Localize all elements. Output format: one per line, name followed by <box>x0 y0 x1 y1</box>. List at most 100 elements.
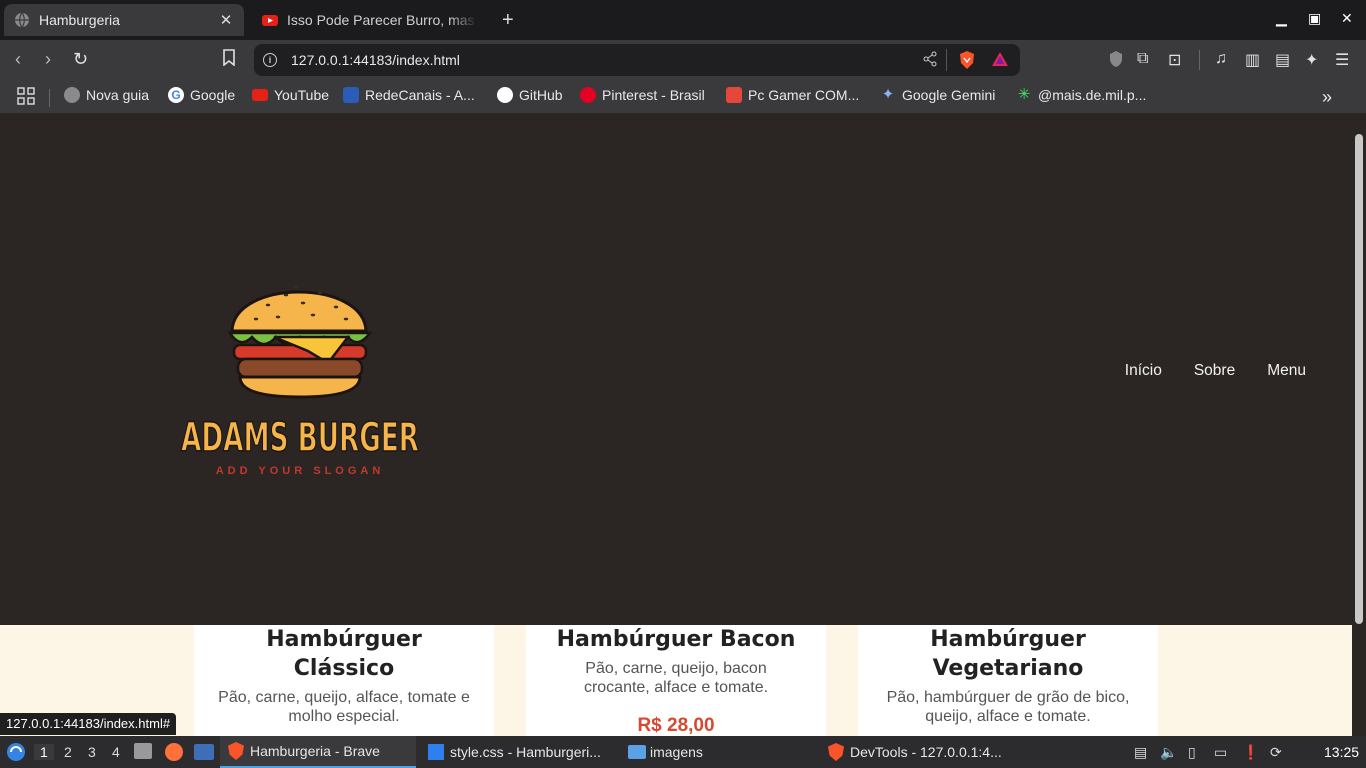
divider <box>49 89 50 107</box>
more-bookmarks-icon[interactable]: » <box>1322 87 1332 108</box>
task-label: style.css - Hamburgeri... <box>450 744 601 760</box>
reading-mode-icon[interactable]: ⊡ <box>1168 50 1181 70</box>
sidebar-icon[interactable]: ▥ <box>1245 50 1260 70</box>
divider <box>946 49 947 71</box>
bookmark-gemini[interactable]: ✦ Google Gemini <box>880 86 996 104</box>
wallet-icon[interactable]: ▤ <box>1275 50 1290 70</box>
tab-hamburgeria[interactable]: Hamburgeria ✕ <box>4 4 244 36</box>
menu-card-classico: Hambúrguer Clássico Pão, carne, queijo, … <box>194 625 494 736</box>
menu-icon[interactable]: ☰ <box>1335 50 1349 70</box>
bookmark-label: Google Gemini <box>902 87 996 103</box>
vpn-shield-icon[interactable] <box>1108 50 1124 73</box>
github-icon <box>497 87 513 103</box>
menu-card-bacon: Hambúrguer Bacon Pão, carne, queijo, bac… <box>526 625 826 736</box>
media-icon[interactable]: ♫ <box>1215 50 1227 68</box>
bookmark-redecanais[interactable]: RedeCanais - A... <box>343 87 475 103</box>
start-menu-icon[interactable] <box>6 742 26 765</box>
file-manager-icon[interactable] <box>134 743 152 759</box>
site-header: ADAMS BURGER ADD YOUR SLOGAN Início Sobr… <box>0 114 1352 625</box>
redecanais-icon <box>343 87 359 103</box>
bookmark-linktree[interactable]: ✳ @mais.de.mil.p... <box>1016 87 1147 104</box>
reload-icon[interactable]: ↻ <box>73 49 88 70</box>
address-bar[interactable]: i 127.0.0.1:44183/index.html <box>254 44 1020 76</box>
bookmark-google[interactable]: G Google <box>168 87 235 103</box>
card-price: R$ 28,00 <box>637 715 715 736</box>
updates-icon[interactable]: ⟳ <box>1270 744 1282 761</box>
url-text: 127.0.0.1:44183/index.html <box>291 52 460 68</box>
bookmark-label: Google <box>190 87 236 103</box>
bookmark-label: Pinterest - Brasil <box>602 87 705 103</box>
close-window-icon[interactable]: ✕ <box>1341 10 1353 27</box>
close-tab-icon[interactable]: ✕ <box>218 11 234 29</box>
brave-shields-icon[interactable] <box>958 50 976 73</box>
task-imagens[interactable]: imagens <box>628 736 808 768</box>
clock: 13:25 <box>1324 744 1360 760</box>
bookmark-label: YouTube <box>274 87 330 103</box>
tab-title: Hamburgeria <box>39 12 120 28</box>
task-hamburgeria-brave[interactable]: Hamburgeria - Brave <box>220 736 416 768</box>
extensions-icon[interactable]: ⧉ <box>1137 50 1148 68</box>
globe-icon <box>14 12 30 28</box>
bookmark-pinterest[interactable]: Pinterest - Brasil <box>580 87 705 103</box>
burger-logo-icon: ADAMS BURGER ADD YOUR SLOGAN <box>180 285 420 477</box>
firefox-icon[interactable] <box>165 743 183 761</box>
task-devtools[interactable]: DevTools - 127.0.0.1:4... <box>828 736 1028 768</box>
restore-icon[interactable]: ▣ <box>1308 10 1321 27</box>
display-icon[interactable]: ▭ <box>1214 744 1227 761</box>
bookmark-icon[interactable] <box>222 49 236 71</box>
shop-icon <box>726 87 742 103</box>
workspace-2[interactable]: 2 <box>64 744 72 760</box>
browser-toolbar: ‹ › ↻ i 127.0.0.1:44183/index.html ⧉ ⊡ ♫… <box>0 40 1366 80</box>
scrollbar-thumb[interactable] <box>1355 134 1363 624</box>
nav-link-menu[interactable]: Menu <box>1267 362 1306 380</box>
bookmark-label: RedeCanais - A... <box>365 87 475 103</box>
site-info-icon[interactable]: i <box>263 53 277 67</box>
bookmark-label: Nova guia <box>86 87 150 103</box>
clipboard-tray-icon[interactable]: ▤ <box>1134 744 1147 761</box>
task-label: imagens <box>650 744 703 760</box>
workspace-1[interactable]: 1 <box>34 744 54 760</box>
tab-strip: Hamburgeria ✕ Isso Pode Parecer Burro, m… <box>0 0 1366 40</box>
pinterest-icon <box>580 87 596 103</box>
youtube-icon <box>262 12 278 28</box>
vscode-icon <box>428 744 444 760</box>
site-logo[interactable]: ADAMS BURGER ADD YOUR SLOGAN <box>178 279 422 479</box>
nav-link-sobre[interactable]: Sobre <box>1194 362 1235 380</box>
gemini-icon: ✦ <box>881 86 895 103</box>
minimize-icon[interactable]: ▁ <box>1276 10 1287 27</box>
logo-slogan-text: ADD YOUR SLOGAN <box>216 465 385 477</box>
desktop-icon[interactable] <box>194 744 214 760</box>
notification-icon[interactable]: ❗ <box>1242 744 1259 761</box>
nav-link-inicio[interactable]: Início <box>1125 362 1162 380</box>
bookmarks-bar: Nova guia G Google YouTube RedeCanais - … <box>0 80 1366 114</box>
bookmark-youtube[interactable]: YouTube <box>252 87 329 103</box>
link-status-url: 127.0.0.1:44183/index.html# <box>0 713 177 735</box>
volume-icon[interactable]: 🔈 <box>1160 744 1177 761</box>
bookmark-github[interactable]: GitHub <box>497 87 563 103</box>
task-label: DevTools - 127.0.0.1:4... <box>850 744 1002 760</box>
main-nav: Início Sobre Menu <box>1125 362 1306 380</box>
notes-icon[interactable]: ▯ <box>1188 744 1196 761</box>
bookmark-pc-gamer[interactable]: Pc Gamer COM... <box>726 87 859 103</box>
card-title: Hambúrguer Vegetariano <box>930 627 1086 681</box>
card-description: Pão, carne, queijo, alface, tomate e mol… <box>218 689 470 725</box>
workspace-3[interactable]: 3 <box>88 744 96 760</box>
divider <box>1199 50 1200 70</box>
page-viewport: ADAMS BURGER ADD YOUR SLOGAN Início Sobr… <box>0 114 1352 736</box>
card-title: Hambúrguer Bacon <box>556 627 796 652</box>
apps-icon[interactable] <box>17 87 35 105</box>
forward-icon[interactable]: › <box>45 49 51 70</box>
bookmark-label: @mais.de.mil.p... <box>1038 87 1147 103</box>
workspace-4[interactable]: 4 <box>112 744 120 760</box>
task-vscode[interactable]: style.css - Hamburgeri... <box>428 736 618 768</box>
brave-rewards-icon[interactable] <box>991 51 1009 70</box>
page-scrollbar[interactable] <box>1352 114 1366 736</box>
logo-brand-text: ADAMS BURGER <box>181 415 419 461</box>
tab-youtube-video[interactable]: Isso Pode Parecer Burro, mas v <box>252 4 488 36</box>
share-icon[interactable] <box>922 51 938 70</box>
card-title: Hambúrguer Clássico <box>266 627 422 681</box>
bookmark-nova-guia[interactable]: Nova guia <box>64 87 149 103</box>
new-tab-button[interactable]: + <box>502 9 514 32</box>
leo-ai-icon[interactable]: ✦ <box>1305 50 1318 70</box>
back-icon[interactable]: ‹ <box>15 49 21 70</box>
